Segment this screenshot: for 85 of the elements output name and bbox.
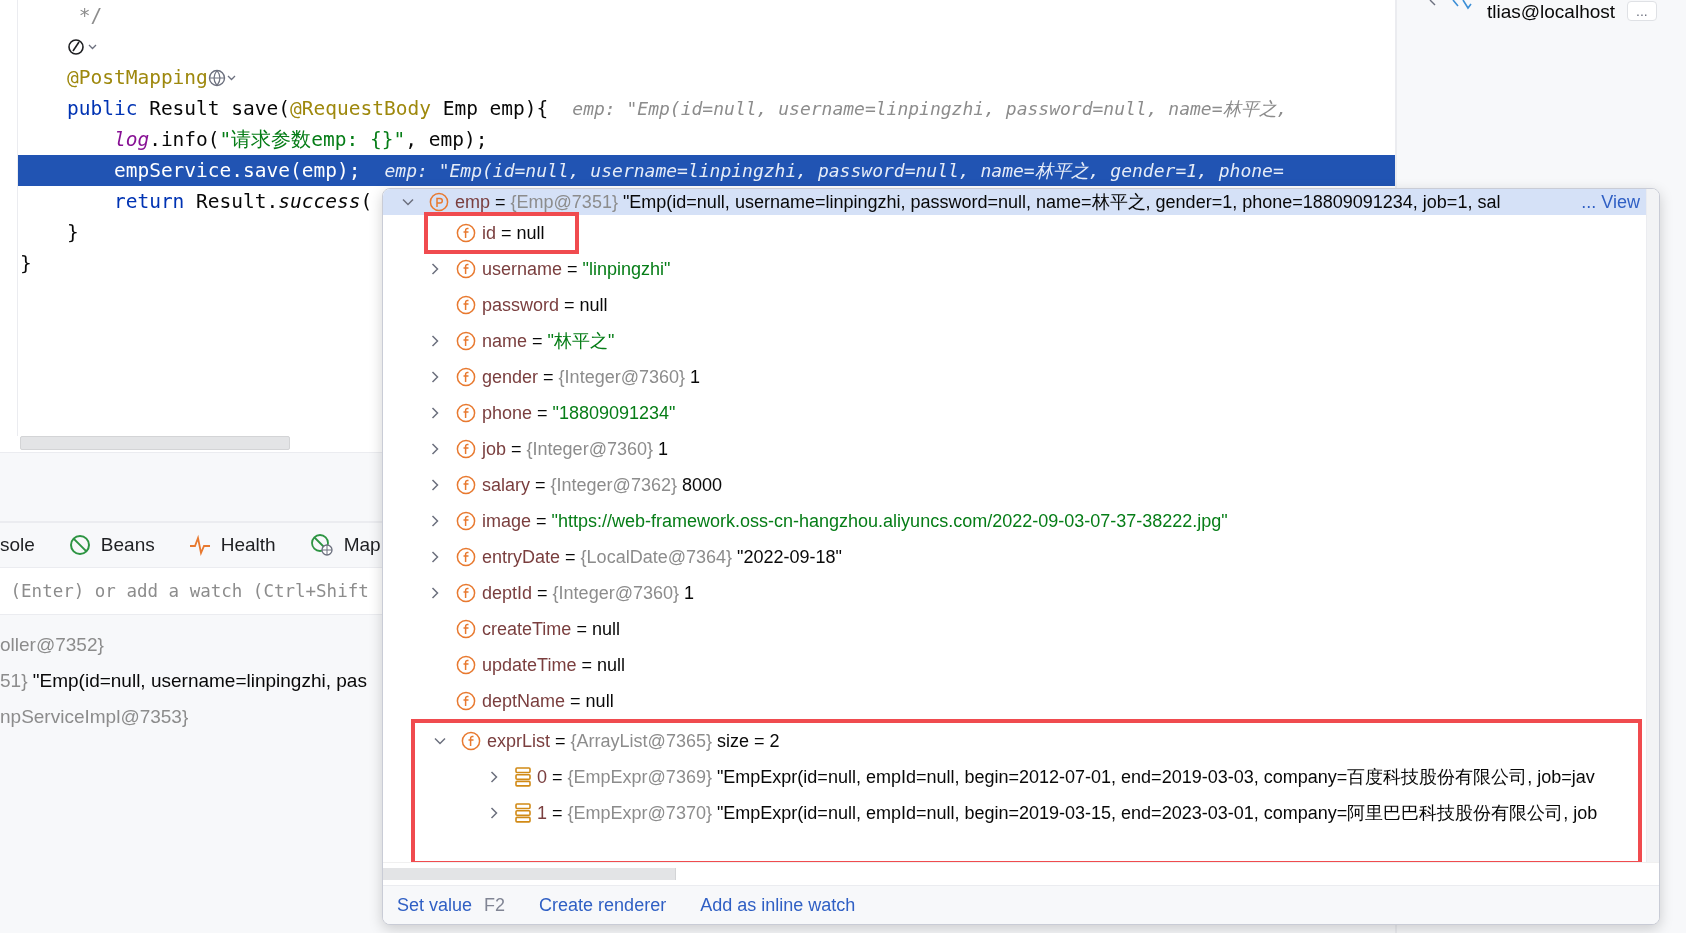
code-line: } (20, 252, 32, 275)
variable-row[interactable]: deptName = null (383, 683, 1646, 719)
field-icon (456, 331, 476, 351)
variable-row[interactable]: deptId = {Integer@7360} 1 (383, 575, 1646, 611)
array-element-icon (515, 767, 531, 787)
field-icon (456, 439, 476, 459)
action-link[interactable]: Set value F2 (397, 894, 506, 916)
variable-text: oller@7352} (0, 633, 105, 657)
pulse-icon (188, 534, 211, 556)
variable-text: username = "linpingzhi" (482, 258, 671, 280)
globe-icon[interactable] (207, 67, 238, 88)
variable-text: 51} "Emp(id=null, username=linpingzhi, pas (0, 669, 368, 693)
field-icon (456, 259, 476, 279)
variable-row[interactable]: id = null (383, 215, 1646, 251)
variable-text: deptId = {Integer@7360} 1 (482, 582, 694, 604)
variable-row[interactable]: username = "linpingzhi" (383, 251, 1646, 287)
variable-row[interactable]: updateTime = null (383, 647, 1646, 683)
variable-text: name = "林平之" (482, 330, 615, 353)
tool-tab[interactable]: Map (309, 533, 381, 557)
field-icon (456, 295, 476, 315)
variable-text: createTime = null (482, 618, 620, 640)
database-label[interactable]: tlias@localhost (1487, 1, 1616, 23)
field-icon (456, 547, 476, 567)
code-line: public Result save(@RequestBody Emp emp){ (65, 97, 549, 120)
field-icon (456, 655, 476, 675)
variable-text: updateTime = null (482, 654, 625, 676)
field-icon (456, 475, 476, 495)
tool-tab[interactable]: Beans (68, 534, 155, 556)
variable-row[interactable]: salary = {Integer@7362} 8000 (383, 467, 1646, 503)
variable-text: job = {Integer@7360} 1 (482, 438, 668, 460)
horizontal-scrollbar[interactable] (383, 868, 676, 880)
variable-text: 0 = {EmpExpr@7369} "EmpExpr(id=null, empId=null, begin=2012-07-01, end=2019-03-03, company=百度科技股份有限公司, job=jav (537, 766, 1595, 789)
variable-row[interactable]: 0 = {EmpExpr@7369} "EmpExpr(id=null, empId=null, begin=2012-07-01, end=2019-03-03, company=百度科技股份有限公司, job=jav (415, 759, 1638, 795)
field-icon (461, 731, 481, 751)
globe-icon (309, 533, 334, 557)
inline-value-hint: emp: "Emp(id=null, username=linpingzhi, password=null, name=林平之, gender=1, phone= (384, 158, 1284, 183)
code-line: log.info("请求参数emp: {}", emp); (112, 127, 488, 153)
field-icon (456, 619, 476, 639)
variable-row[interactable]: job = {Integer@7360} 1 (383, 431, 1646, 467)
field-icon (456, 367, 476, 387)
watch-input-field[interactable]: (Enter) or add a watch (Ctrl+Shift (0, 567, 382, 615)
variable-text: salary = {Integer@7362} 8000 (482, 474, 722, 496)
code-line: */ (77, 4, 103, 27)
tool-tab[interactable]: Health (188, 534, 276, 556)
variable-row[interactable]: gender = {Integer@7360} 1 (383, 359, 1646, 395)
tool-tab[interactable]: sole (0, 534, 35, 556)
horizontal-scrollbar[interactable] (20, 436, 290, 450)
code-line: return Result.success( (112, 190, 373, 213)
code-line: @PostMapping (65, 66, 208, 89)
variable-row[interactable]: exprList = {ArrayList@7365} size = 2 (415, 723, 1638, 759)
more-button[interactable]: ... (1627, 1, 1657, 21)
variable-row[interactable]: image = "https://web-framework.oss-cn-hangzhou.aliyuncs.com/2022-09-03-07-37-38222.jpg" (383, 503, 1646, 539)
variable-row[interactable]: password = null (383, 287, 1646, 323)
code-line: empService.save(emp); (112, 159, 361, 182)
no-entry-icon (68, 534, 91, 556)
field-icon (456, 511, 476, 531)
inline-value-hint: emp: "Emp(id=null, username=linpingzhi, password=null, name=林平之, (572, 96, 1289, 121)
variable-row[interactable]: emp = {Emp@7351} "Emp(id=null, username=linpingzhi, password=null, name=林平之, gender=1, phone=18809091234, job=1, sal ... View (383, 189, 1646, 215)
field-icon (456, 403, 476, 423)
variable-row[interactable]: name = "林平之" (383, 323, 1646, 359)
variable-text: exprList = {ArrayList@7365} size = 2 (487, 730, 780, 752)
field-icon (456, 223, 476, 243)
field-icon (456, 691, 476, 711)
array-element-icon (515, 803, 531, 823)
variable-text: phone = "18809091234" (482, 402, 676, 424)
variable-text: entryDate = {LocalDate@7364} "2022-09-18" (482, 546, 842, 568)
variable-text: gender = {Integer@7360} 1 (482, 366, 701, 388)
variable-text: npServiceImpl@7353} (0, 705, 190, 729)
variable-row[interactable]: phone = "18809091234" (383, 395, 1646, 431)
variable-row[interactable]: 1 = {EmpExpr@7370} "EmpExpr(id=null, empId=null, begin=2019-03-15, end=2023-03-01, company=阿里巴巴科技股份有限公司, job (415, 795, 1638, 831)
variable-text: emp = {Emp@7351} "Emp(id=null, username=linpingzhi, password=null, name=林平之, gender=1, phone=18809091234, job=1, sal (455, 191, 1501, 214)
variable-text: id = null (482, 222, 545, 244)
variable-text: 1 = {EmpExpr@7370} "EmpExpr(id=null, empId=null, begin=2019-03-15, end=2023-03-01, company=阿里巴巴科技股份有限公司, job (537, 802, 1598, 825)
code-line: } (65, 221, 79, 244)
variable-text: password = null (482, 294, 608, 316)
field-icon (456, 583, 476, 603)
action-link[interactable]: Add as inline watch (700, 894, 856, 916)
variable-row[interactable]: entryDate = {LocalDate@7364} "2022-09-18" (383, 539, 1646, 575)
variable-row[interactable]: createTime = null (383, 611, 1646, 647)
variable-text: image = "https://web-framework.oss-cn-hangzhou.aliyuncs.com/2022-09-03-07-37-38222.jpg" (482, 510, 1228, 532)
vertical-scrollbar[interactable] (1646, 189, 1659, 862)
action-link[interactable]: Create renderer (539, 894, 667, 916)
parameter-icon (429, 192, 449, 212)
variable-text: deptName = null (482, 690, 614, 712)
view-link[interactable]: ... View (1581, 191, 1646, 213)
